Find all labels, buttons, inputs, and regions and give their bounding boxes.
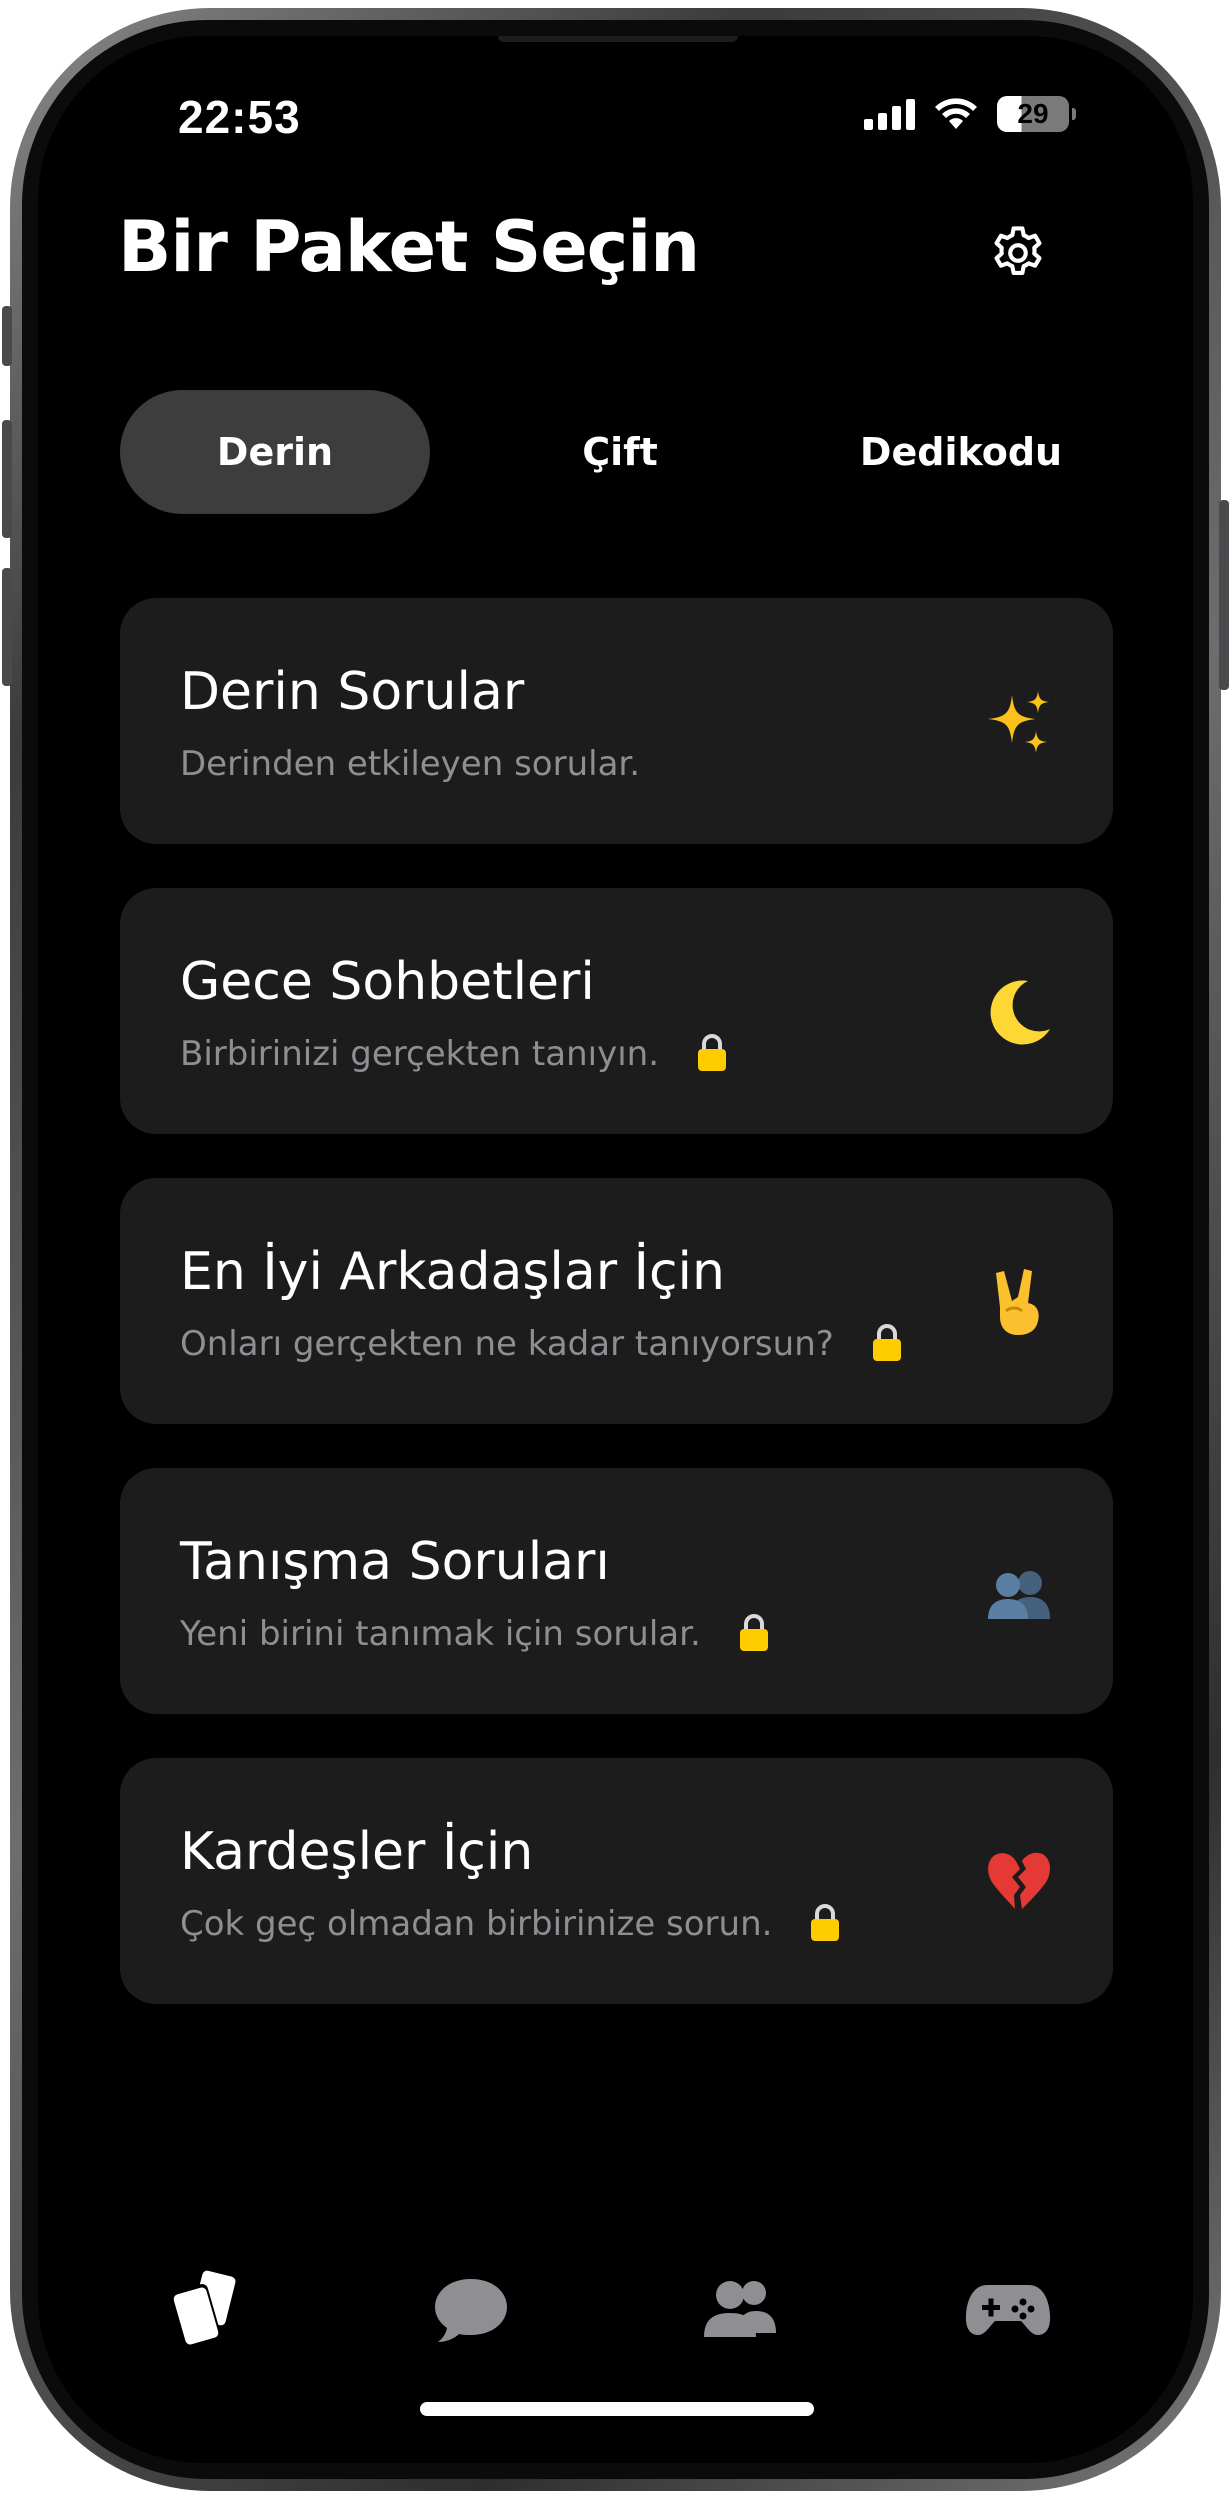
pack-title: Derin Sorular — [180, 662, 525, 722]
pack-title: Gece Sohbetleri — [180, 952, 595, 1012]
pack-card-tanisma-sorulari[interactable]: Tanışma Soruları Yeni birini tanımak içi… — [120, 1468, 1113, 1714]
pack-title: En İyi Arkadaşlar İçin — [180, 1242, 725, 1302]
tab-cift[interactable]: Çift — [465, 390, 775, 514]
pack-subtitle: Birbirinizi gerçekten tanıyın. — [180, 1034, 660, 1074]
users-icon — [704, 2281, 776, 2337]
volume-down-button — [2, 568, 12, 686]
mute-switch — [2, 306, 12, 366]
gear-icon — [994, 226, 1042, 275]
nav-games[interactable] — [953, 2254, 1063, 2364]
pack-subtitle: Onları gerçekten ne kadar tanıyorsun? — [180, 1324, 834, 1364]
pack-subtitle: Derinden etkileyen sorular. — [180, 744, 641, 784]
lock-icon — [698, 1034, 727, 1071]
chat-bubble-icon — [435, 2279, 507, 2342]
pack-subtitle-row: Derinden etkileyen sorular. — [180, 744, 640, 784]
pack-subtitle-row: Yeni birini tanımak için sorular. — [180, 1614, 771, 1654]
sparkles-icon — [983, 686, 1055, 758]
lock-icon — [811, 1904, 840, 1941]
broken-heart-icon — [983, 1846, 1055, 1918]
tab-dedikodu[interactable]: Dedikodu — [806, 390, 1116, 514]
volume-up-button — [2, 420, 12, 538]
pack-subtitle: Çok geç olmadan birbirinize sorun. — [180, 1904, 773, 1944]
app-screen: 22:53 29 Bir Paket Seçin Derin Çift Dedi… — [38, 36, 1193, 2463]
status-icons: 29 — [864, 96, 1076, 132]
lock-icon — [872, 1324, 901, 1361]
cellular-signal-icon — [864, 98, 915, 130]
power-button — [1219, 500, 1229, 690]
nav-chat[interactable] — [416, 2254, 526, 2364]
category-tabs: Derin Çift Dedikodu — [120, 390, 1120, 514]
wifi-icon — [935, 98, 977, 129]
cards-icon — [169, 2270, 236, 2348]
pack-title: Kardeşler İçin — [180, 1822, 534, 1882]
gamepad-icon — [965, 2285, 1051, 2335]
pack-card-en-iyi-arkadaslar[interactable]: En İyi Arkadaşlar İçin Onları gerçekten … — [120, 1178, 1113, 1424]
page-title: Bir Paket Seçin — [118, 206, 700, 288]
pack-subtitle-row: Çok geç olmadan birbirinize sorun. — [180, 1904, 842, 1944]
two-people-icon — [983, 1556, 1055, 1628]
pack-subtitle-row: Birbirinizi gerçekten tanıyın. — [180, 1034, 729, 1074]
pack-card-gece-sohbetleri[interactable]: Gece Sohbetleri Birbirinizi gerçekten ta… — [120, 888, 1113, 1134]
pack-card-derin-sorular[interactable]: Derin Sorular Derinden etkileyen sorular… — [120, 598, 1113, 844]
tab-derin[interactable]: Derin — [120, 390, 430, 514]
home-indicator[interactable] — [420, 2402, 814, 2416]
lock-icon — [739, 1614, 768, 1651]
speaker-grille — [498, 36, 738, 42]
pack-subtitle-row: Onları gerçekten ne kadar tanıyorsun? — [180, 1324, 904, 1364]
pack-subtitle: Yeni birini tanımak için sorular. — [180, 1614, 701, 1654]
settings-button[interactable] — [983, 218, 1053, 288]
pack-card-kardesler-icin[interactable]: Kardeşler İçin Çok geç olmadan birbirini… — [120, 1758, 1113, 2004]
victory-hand-icon — [983, 1266, 1055, 1338]
crescent-moon-icon — [983, 976, 1055, 1048]
bottom-navigation — [38, 2254, 1193, 2364]
pack-title: Tanışma Soruları — [180, 1532, 610, 1592]
nav-users[interactable] — [685, 2254, 795, 2364]
status-time: 22:53 — [178, 91, 301, 143]
battery-indicator: 29 — [997, 96, 1076, 132]
nav-cards[interactable] — [148, 2254, 258, 2364]
